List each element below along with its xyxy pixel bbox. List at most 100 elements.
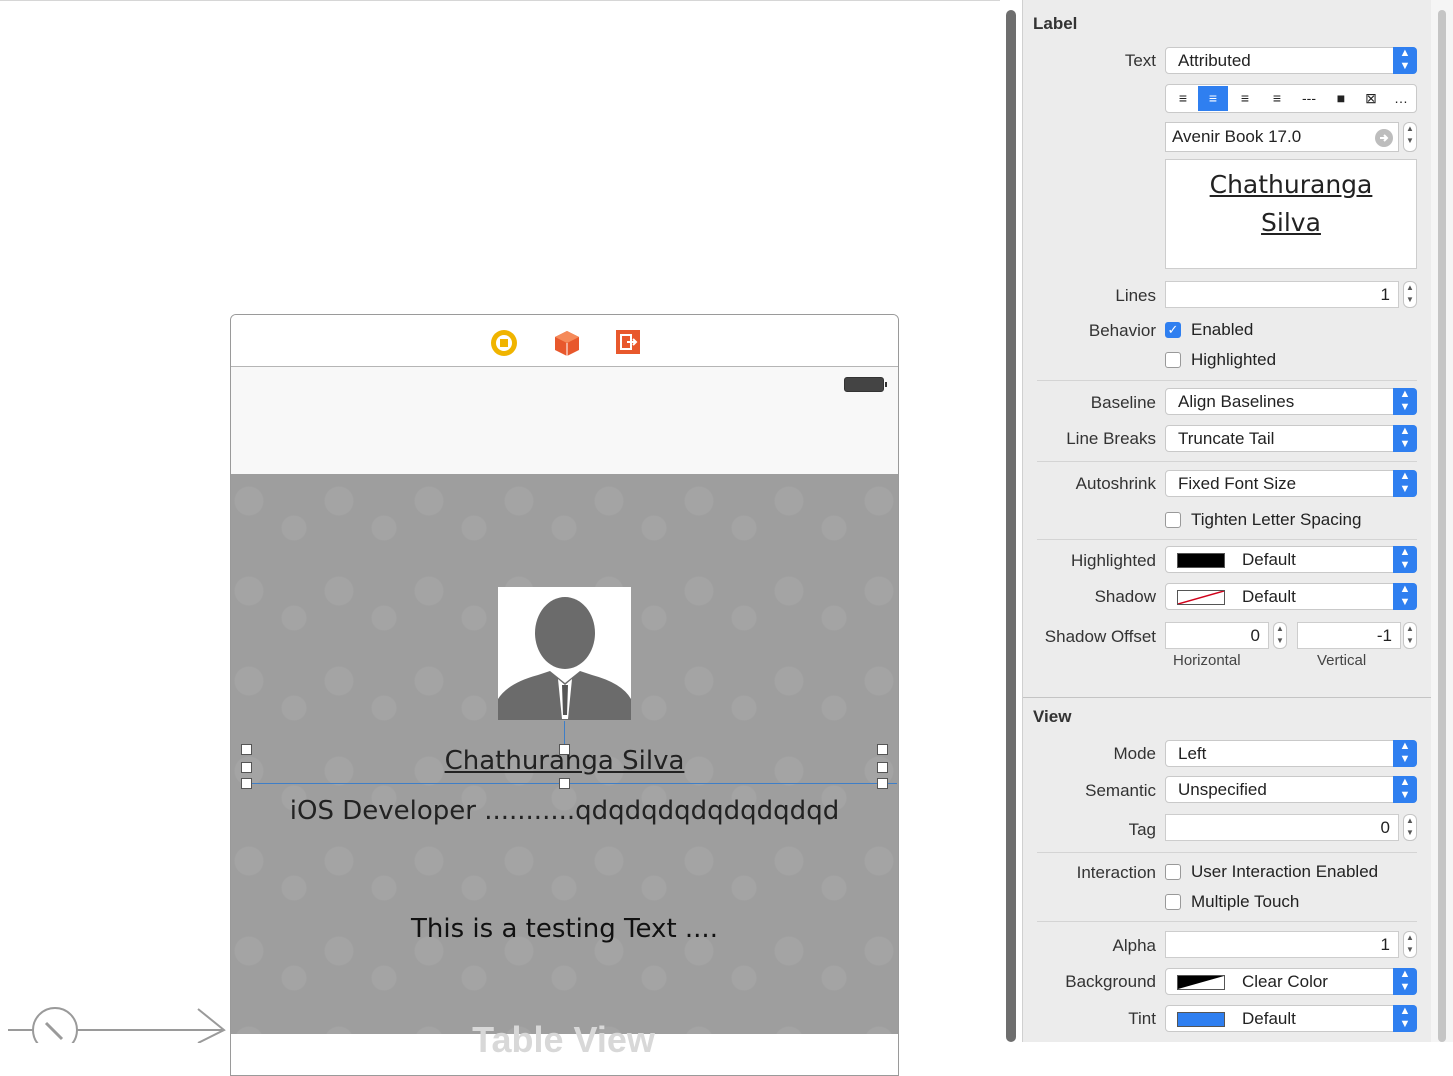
background-color-popup[interactable]: Clear Color ▲ ▼ <box>1165 968 1417 995</box>
resize-handle[interactable] <box>877 762 888 773</box>
font-size-stepper[interactable]: ▲ ▼ <box>1403 122 1417 152</box>
resize-handle[interactable] <box>241 762 252 773</box>
tag-label: Tag <box>1128 820 1156 839</box>
inspector-scrollbar[interactable] <box>1431 0 1453 1042</box>
alpha-field[interactable]: 1 <box>1165 931 1399 958</box>
line-breaks-value: Truncate Tail <box>1178 429 1275 448</box>
horizontal-caption: Horizontal <box>1173 652 1241 669</box>
semantic-value: Unspecified <box>1178 780 1267 799</box>
enabled-checkbox[interactable]: ✓ <box>1165 322 1181 338</box>
highlighted-checkbox-label: Highlighted <box>1191 350 1277 369</box>
canvas-scrollbar[interactable] <box>1000 0 1022 1042</box>
text-label: Text <box>1124 51 1156 70</box>
color-swatch <box>1177 1012 1225 1027</box>
align-left-button[interactable]: ≡ <box>1168 86 1198 111</box>
table-view-label: Table View <box>472 1019 655 1060</box>
highlighted-color-label: Highlighted <box>1070 551 1156 570</box>
alpha-stepper[interactable]: ▲ ▼ <box>1403 931 1417 958</box>
preview-line-1: Chathuranga <box>1209 170 1373 199</box>
subtitle-label[interactable]: iOS Developer ...........qdqdqdqdqdqdqdq… <box>231 796 898 826</box>
popup-arrows-icon: ▲ ▼ <box>1393 47 1417 74</box>
font-field[interactable]: Avenir Book 17.0 <box>1165 122 1399 152</box>
line-breaks-label: Line Breaks <box>1066 429 1156 448</box>
tag-stepper[interactable]: ▲ ▼ <box>1403 814 1417 841</box>
person-silhouette-icon <box>498 587 631 720</box>
line-breaks-popup[interactable]: Truncate Tail ▲ ▼ <box>1165 425 1417 452</box>
battery-icon <box>844 377 887 392</box>
profile-image[interactable] <box>498 587 631 720</box>
shadow-offset-horizontal-stepper[interactable]: ▲ ▼ <box>1273 622 1287 649</box>
attributed-text-editor[interactable]: Chathuranga Silva <box>1165 159 1417 269</box>
popup-arrows-icon: ▲ ▼ <box>1393 425 1417 452</box>
clear-color-swatch-icon <box>1177 975 1225 990</box>
background-color-value: Clear Color <box>1242 972 1328 991</box>
popup-arrows-icon: ▲ ▼ <box>1393 470 1417 497</box>
view-controller-scene[interactable]: Chathuranga Silva iOS Developer ........… <box>230 314 899 1076</box>
popup-arrows-icon: ▲ ▼ <box>1393 740 1417 767</box>
shadow-label: Shadow <box>1094 587 1156 606</box>
testing-text-label[interactable]: This is a testing Text .... <box>231 914 898 944</box>
shadow-offset-vertical-field[interactable]: -1 <box>1297 622 1401 649</box>
shadow-offset-horizontal-field[interactable]: 0 <box>1165 622 1269 649</box>
font-picker-icon[interactable] <box>1374 128 1394 148</box>
background-label: Background <box>1065 972 1156 991</box>
autoshrink-popup[interactable]: Fixed Font Size ▲ ▼ <box>1165 470 1417 497</box>
label-section-title: Label <box>1033 14 1078 33</box>
text-type-popup[interactable]: Attributed ▲ ▼ <box>1165 47 1417 74</box>
lines-field[interactable]: 1 <box>1165 281 1399 308</box>
mode-value: Left <box>1178 744 1207 763</box>
divider <box>1037 921 1417 922</box>
popup-arrows-icon: ▲ ▼ <box>1393 388 1417 415</box>
profile-view[interactable]: Chathuranga Silva iOS Developer ........… <box>231 474 898 1034</box>
semantic-label: Semantic <box>1085 781 1156 800</box>
resize-handle[interactable] <box>877 744 888 755</box>
align-justify-button[interactable]: ≡ <box>1262 86 1292 111</box>
baseline-popup[interactable]: Align Baselines ▲ ▼ <box>1165 388 1417 415</box>
first-responder-icon[interactable] <box>553 329 579 356</box>
popup-arrows-icon: ▲ ▼ <box>1393 1005 1417 1032</box>
highlighted-color-popup[interactable]: Default ▲ ▼ <box>1165 546 1417 573</box>
segue-arrow[interactable] <box>0 1001 230 1043</box>
align-natural-button[interactable]: --- <box>1294 86 1324 111</box>
exit-icon[interactable] <box>615 329 641 355</box>
tint-color-popup[interactable]: Default ▲ ▼ <box>1165 1005 1417 1032</box>
enabled-checkbox-label: Enabled <box>1191 320 1254 339</box>
resize-handle[interactable] <box>241 744 252 755</box>
align-center-button[interactable]: ≡ <box>1198 86 1228 111</box>
popup-arrows-icon: ▲ ▼ <box>1393 968 1417 995</box>
tint-color-value: Default <box>1242 1009 1296 1028</box>
tighten-letter-spacing-checkbox[interactable] <box>1165 512 1181 528</box>
view-section-title: View <box>1033 707 1072 726</box>
tag-field[interactable]: 0 <box>1165 814 1399 841</box>
behavior-label: Behavior <box>1088 321 1156 340</box>
highlighted-checkbox[interactable] <box>1165 352 1181 368</box>
lines-stepper[interactable]: ▲ ▼ <box>1403 281 1417 308</box>
semantic-popup[interactable]: Unspecified ▲ ▼ <box>1165 776 1417 803</box>
lines-label: Lines <box>1115 286 1156 305</box>
shadow-offset-vertical-stepper[interactable]: ▲ ▼ <box>1403 622 1417 649</box>
resize-handle[interactable] <box>241 778 252 789</box>
resize-handle[interactable] <box>559 744 570 755</box>
storyboard-canvas[interactable]: Chathuranga Silva iOS Developer ........… <box>0 0 1000 1076</box>
popup-arrows-icon: ▲ ▼ <box>1393 546 1417 573</box>
alignment-segmented-control[interactable]: ≡ ≡ ≡ ≡ --- ■ ⊠ … <box>1165 84 1417 113</box>
no-color-swatch-icon <box>1177 590 1225 605</box>
selection-bottom-line <box>245 783 897 784</box>
divider <box>1037 852 1417 853</box>
divider <box>1037 380 1417 381</box>
resize-handle[interactable] <box>877 778 888 789</box>
more-options-button[interactable]: … <box>1386 86 1416 111</box>
multiple-touch-checkbox[interactable] <box>1165 894 1181 910</box>
view-controller-icon[interactable] <box>490 329 517 356</box>
vertical-caption: Vertical <box>1317 652 1367 669</box>
mode-popup[interactable]: Left ▲ ▼ <box>1165 740 1417 767</box>
resize-handle[interactable] <box>559 778 570 789</box>
shadow-color-popup[interactable]: Default ▲ ▼ <box>1165 583 1417 610</box>
section-divider <box>1023 697 1432 698</box>
shadow-color-value: Default <box>1242 587 1296 606</box>
shadow-offset-label: Shadow Offset <box>1044 627 1156 646</box>
background-color-button[interactable]: ⊠ <box>1356 86 1386 111</box>
align-right-button[interactable]: ≡ <box>1230 86 1260 111</box>
text-color-button[interactable]: ■ <box>1326 86 1356 111</box>
user-interaction-checkbox[interactable] <box>1165 864 1181 880</box>
